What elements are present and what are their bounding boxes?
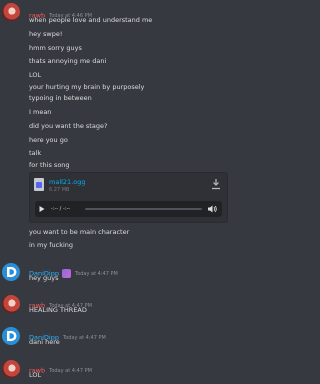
playback-time: -:-- / -:-- xyxy=(51,206,71,212)
message-text: LOL xyxy=(29,71,42,79)
volume-icon[interactable] xyxy=(208,205,217,213)
message-text: did you want the stage? xyxy=(29,122,108,130)
attachment-size: 6.27 MB xyxy=(49,187,70,193)
audio-player: -:-- / -:-- xyxy=(35,201,222,217)
download-icon[interactable] xyxy=(211,178,221,190)
audio-file-icon xyxy=(34,178,44,191)
avatar-rawb[interactable] xyxy=(2,360,20,378)
message-text: talk xyxy=(29,149,42,157)
message-text: when people love and understand me xyxy=(29,16,153,24)
audio-attachment: mall21.ogg 6.27 MB -:-- / -:-- xyxy=(29,172,228,223)
avatar-rawb[interactable] xyxy=(2,295,20,313)
message-text: you want to be main character xyxy=(29,228,130,236)
role-badge-icon xyxy=(61,269,71,278)
avatar-danidipp[interactable] xyxy=(2,327,20,345)
message-text: hey guys xyxy=(29,274,59,282)
message-text: hmm sorry guys xyxy=(29,44,82,52)
message-text: I mean xyxy=(29,108,52,116)
timestamp: Today at 4:47 PM xyxy=(62,334,106,341)
message-text: LOL xyxy=(29,371,42,379)
avatar-danidipp[interactable] xyxy=(2,263,20,281)
message-text: your hurting my brain by purposely xyxy=(29,83,145,91)
message-text: thats annoying me dani xyxy=(29,57,107,65)
seek-bar[interactable] xyxy=(85,208,202,210)
play-icon[interactable] xyxy=(39,206,45,212)
avatar-rawb[interactable] xyxy=(2,3,20,21)
chat-log: rawb Today at 4:46 PM when people love an… xyxy=(0,0,285,384)
timestamp: Today at 4:47 PM xyxy=(74,270,118,277)
message-text: typoing in between xyxy=(29,94,92,102)
timestamp: Today at 4:47 PM xyxy=(49,367,92,374)
message-text: in my fucking xyxy=(29,241,74,249)
message-text: hey swpe! xyxy=(29,30,63,38)
message-text: here you go xyxy=(29,136,68,144)
dani-logo-icon xyxy=(7,267,17,277)
message-text: dani here xyxy=(29,338,60,346)
dani-logo-icon xyxy=(7,331,17,341)
message-text: HEALING THREAD xyxy=(29,306,87,314)
message-text: for this song xyxy=(29,161,70,169)
attachment-filename[interactable]: mall21.ogg xyxy=(49,178,86,186)
